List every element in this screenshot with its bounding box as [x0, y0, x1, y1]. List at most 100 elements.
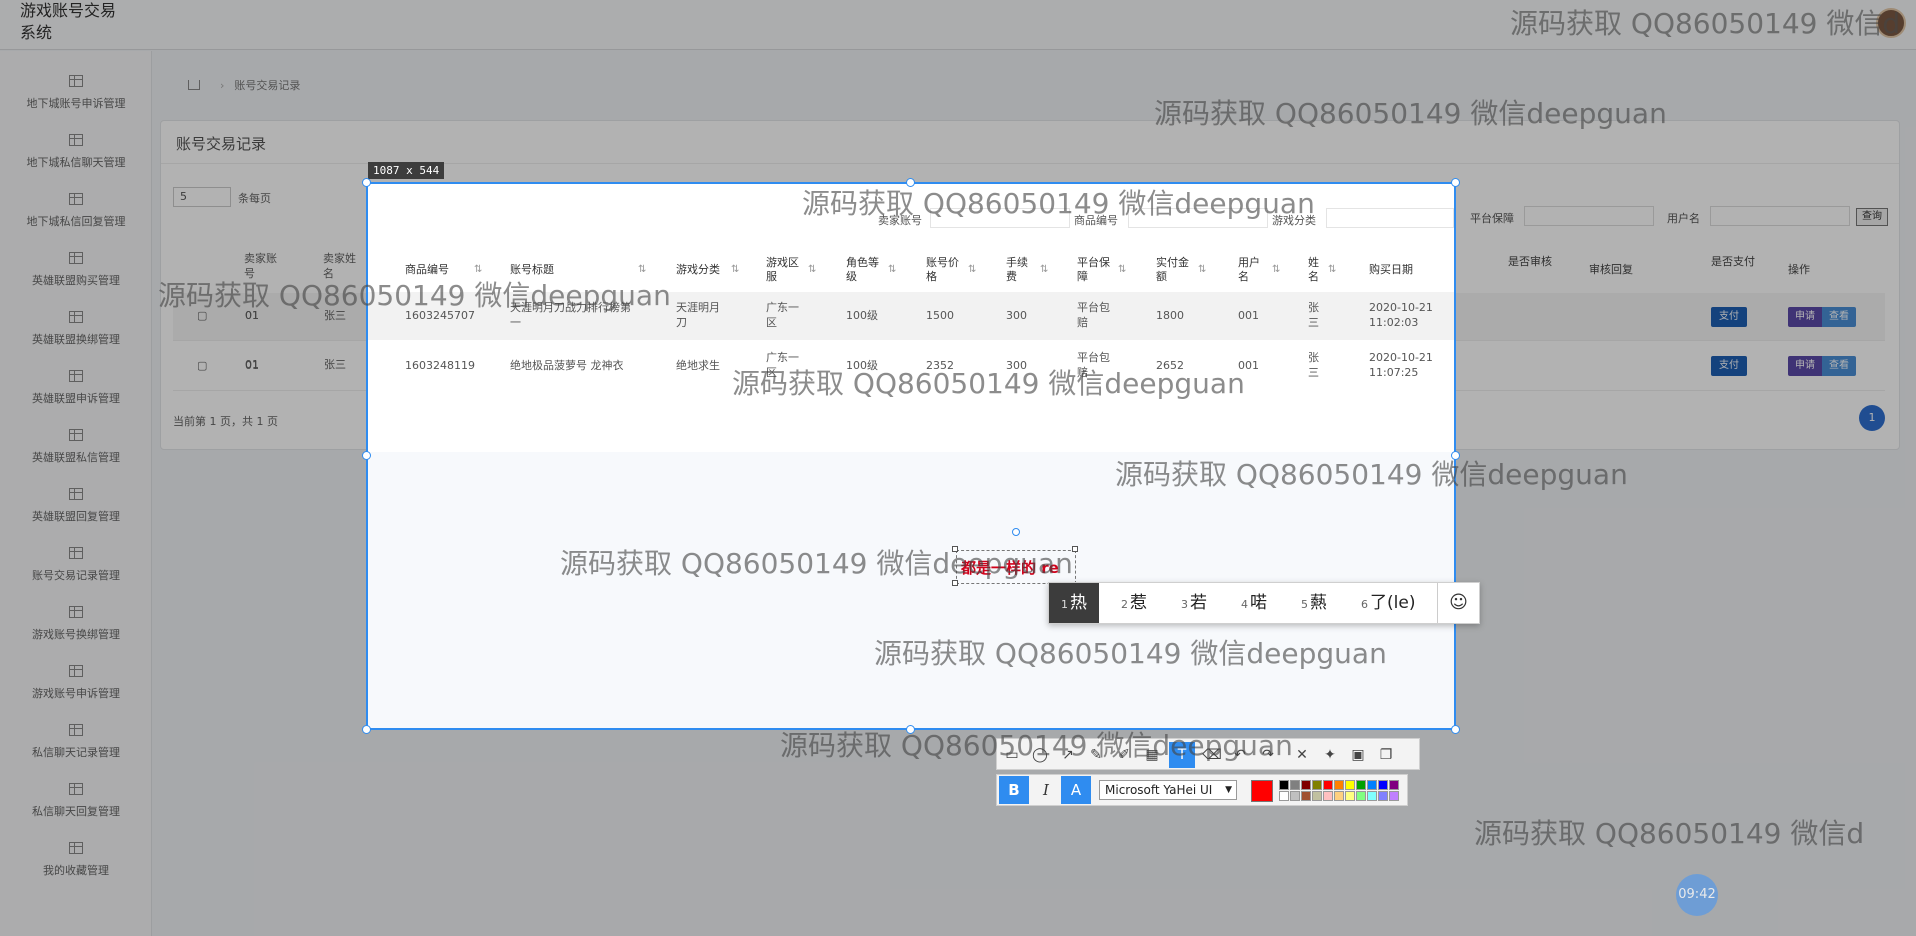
chevron-down-icon: ▼ [1225, 785, 1232, 795]
resize-handle-nw[interactable] [362, 178, 371, 187]
cell-price: 1500 [926, 309, 954, 322]
sort-icon[interactable]: ⇅ [888, 264, 896, 275]
watermark: 源码获取 QQ86050149 微信deepguan [560, 547, 1073, 580]
cell-title: 绝地极品菠萝号 龙神衣 [510, 359, 624, 372]
watermark: 源码获取 QQ86050149 微信deepguan [874, 637, 1387, 670]
game-category-input[interactable] [1326, 208, 1454, 228]
cell-date: 2020-10-21 11:07:25 [1369, 351, 1433, 379]
copy-icon[interactable]: ❐ [1373, 742, 1399, 768]
sort-icon[interactable]: ⇅ [1272, 264, 1280, 275]
th-username[interactable]: 用户名 [1238, 256, 1262, 284]
cell-seller-account: 01 [245, 358, 259, 371]
color-swatch[interactable] [1290, 791, 1300, 801]
current-color-swatch[interactable] [1251, 780, 1273, 802]
color-swatch[interactable] [1334, 791, 1344, 801]
th-paid-amount[interactable]: 实付金额 [1156, 256, 1190, 284]
color-swatch[interactable] [1378, 791, 1388, 801]
save-icon[interactable]: ▣ [1345, 742, 1371, 768]
resize-handle-w[interactable] [362, 451, 371, 460]
th-price[interactable]: 账号价格 [926, 256, 960, 284]
candidate-number: 4 [1241, 598, 1248, 611]
color-swatch[interactable] [1389, 780, 1399, 790]
watermark: 源码获取 QQ86050149 微信deepguan [1115, 458, 1628, 491]
color-swatch[interactable] [1356, 791, 1366, 801]
sort-icon[interactable]: ⇅ [1328, 264, 1336, 275]
candidate-number: 3 [1181, 598, 1188, 611]
candidate-text: 热 [1070, 593, 1087, 613]
ime-candidate[interactable]: 1热 [1049, 583, 1099, 623]
color-swatch[interactable] [1301, 780, 1311, 790]
sort-icon[interactable]: ⇅ [1198, 264, 1206, 275]
sort-icon[interactable]: ⇅ [731, 264, 739, 275]
resize-handle-ne[interactable] [1451, 178, 1460, 187]
italic-button[interactable]: I [1031, 776, 1061, 804]
cell-category: 天涯明月刀 [676, 301, 720, 329]
font-select[interactable]: Microsoft YaHei UI ▼ [1099, 780, 1237, 800]
color-swatch[interactable] [1378, 780, 1388, 790]
th-guarantee[interactable]: 平台保障 [1077, 256, 1111, 284]
ime-candidate[interactable]: 5爇 [1289, 583, 1339, 623]
captured-table: 卖家账号 商品编号 游戏分类 商品编号 ⇅ 账号标题 ⇅ 游戏分类 ⇅ 游戏区服… [368, 184, 1454, 452]
bold-button[interactable]: B [999, 776, 1029, 804]
ime-candidate[interactable]: 2惹 [1109, 583, 1159, 623]
th-server[interactable]: 游戏区服 [766, 256, 800, 284]
watermark: 源码获取 QQ86050149 微信deepguan [732, 367, 1245, 400]
th-level[interactable]: 角色等级 [846, 256, 880, 284]
color-swatch[interactable] [1290, 780, 1300, 790]
candidate-text: 若 [1190, 593, 1207, 613]
color-swatch[interactable] [1312, 780, 1322, 790]
sort-icon[interactable]: ⇅ [968, 264, 976, 275]
candidate-text: 惹 [1130, 593, 1147, 613]
candidate-number: 6 [1361, 598, 1368, 611]
candidate-text: 了(le) [1370, 593, 1416, 613]
watermark: 源码获取 QQ86050149 微信deepguan [802, 187, 1315, 220]
candidate-text: 喏 [1250, 593, 1267, 613]
candidate-number: 1 [1061, 598, 1068, 611]
color-swatch[interactable] [1301, 791, 1311, 801]
cell-fee: 300 [1006, 309, 1027, 322]
color-swatch[interactable] [1323, 791, 1333, 801]
watermark: 源码获取 QQ86050149 微信deepguan [158, 279, 671, 312]
cell-product-no: 1603248119 [405, 359, 475, 372]
clock-bubble[interactable]: 09:42 [1676, 874, 1718, 916]
color-swatch[interactable] [1356, 780, 1366, 790]
cell-category: 绝地求生 [676, 359, 720, 372]
color-swatch[interactable] [1367, 791, 1377, 801]
color-swatch[interactable] [1389, 791, 1399, 801]
th-fee[interactable]: 手续费 [1006, 256, 1030, 284]
color-swatch[interactable] [1345, 780, 1355, 790]
th-name[interactable]: 姓名 [1308, 256, 1322, 284]
cell-date: 2020-10-21 11:02:03 [1369, 301, 1433, 329]
cell-username: 001 [1238, 309, 1259, 322]
anno-handle[interactable] [1072, 546, 1078, 552]
color-swatch[interactable] [1279, 780, 1289, 790]
sort-icon[interactable]: ⇅ [808, 264, 816, 275]
cell-name: 张三 [1308, 351, 1319, 379]
color-swatch[interactable] [1323, 780, 1333, 790]
emoji-icon[interactable]: ☺ [1437, 583, 1479, 623]
color-swatch[interactable] [1279, 791, 1289, 801]
ime-candidate[interactable]: 6 了(le) [1349, 583, 1427, 623]
sort-icon[interactable]: ⇅ [1118, 264, 1126, 275]
ime-candidate[interactable]: 4喏 [1229, 583, 1279, 623]
color-swatch[interactable] [1367, 780, 1377, 790]
cell-server: 广东一区 [766, 301, 799, 329]
watermark: 源码获取 QQ86050149 微信d [1510, 7, 1901, 40]
color-swatch[interactable] [1312, 791, 1322, 801]
resize-handle-sw[interactable] [362, 725, 371, 734]
sort-icon[interactable]: ⇅ [1040, 264, 1048, 275]
ime-candidate[interactable]: 3若 [1169, 583, 1219, 623]
th-category[interactable]: 游戏分类 [676, 263, 720, 277]
close-icon[interactable]: ✕ [1289, 742, 1315, 768]
color-swatch[interactable] [1345, 791, 1355, 801]
color-swatch[interactable] [1334, 780, 1344, 790]
watermark: 源码获取 QQ86050149 微信d [1474, 817, 1865, 850]
cell-guarantee: 平台包赔 [1077, 301, 1110, 329]
th-purchase-date[interactable]: 购买日期 [1369, 263, 1413, 277]
pin-icon[interactable]: ✦ [1317, 742, 1343, 768]
candidate-text: 爇 [1310, 593, 1327, 613]
rotate-handle[interactable] [1012, 528, 1020, 536]
outline-button[interactable]: A [1061, 776, 1091, 804]
ime-candidate-bar: 1热 2惹 3若 4喏 5爇 6 了(le) ☺ [1048, 582, 1480, 624]
resize-handle-se[interactable] [1451, 725, 1460, 734]
